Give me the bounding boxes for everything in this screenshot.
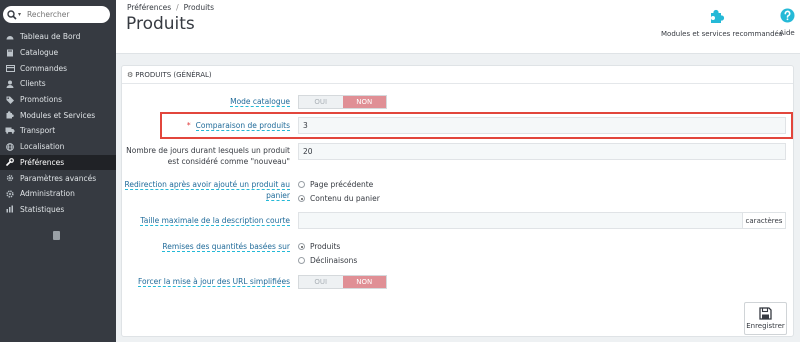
recommended-modules-button[interactable]: Modules et services recommandés — [661, 8, 783, 38]
catalog-mode-oui[interactable]: OUI — [299, 96, 343, 108]
save-button-label: Enregistrer — [746, 322, 785, 330]
sidebar-item-promotions[interactable]: Promotions — [0, 92, 116, 108]
user-icon — [3, 80, 17, 88]
page-title: Produits — [126, 14, 195, 34]
cogs-icon: ⚙ — [127, 70, 134, 79]
products-general-panel: ⚙ PRODUITS (GÉNÉRAL) Mode catalogue OUI … — [121, 65, 794, 337]
quantity-discounts-label: Remises des quantités basées sur — [162, 242, 290, 252]
gear-icon — [3, 190, 17, 198]
sidebar-nav: Tableau de Bord Catalogue Commandes Clie… — [0, 29, 116, 217]
radio-button[interactable] — [298, 257, 305, 264]
highlight-box — [160, 112, 793, 139]
save-icon — [759, 307, 772, 320]
breadcrumb-separator: / — [176, 3, 179, 12]
cogs-icon — [3, 174, 17, 182]
friendly-url-oui[interactable]: OUI — [299, 276, 343, 288]
new-product-days-label-line2: est considéré comme "nouveau" — [167, 156, 290, 166]
radio-previous-page-label: Page précédente — [310, 180, 374, 189]
caret-down-icon: ▾ — [18, 11, 22, 18]
save-button[interactable]: Enregistrer — [744, 302, 787, 335]
radio-combinations-label: Déclinaisons — [310, 256, 358, 265]
radio-cart-content[interactable]: Contenu du panier — [298, 194, 380, 203]
friendly-url-switch[interactable]: OUI NON — [298, 275, 387, 289]
sidebar-item-preferences[interactable]: Préférences — [0, 154, 116, 171]
sidebar-item-dashboard[interactable]: Tableau de Bord — [0, 29, 116, 45]
question-circle-icon — [780, 8, 794, 23]
friendly-url-label: Forcer la mise à jour des URL simplifiée… — [137, 277, 290, 287]
recommended-modules-label: Modules et services recommandés — [661, 30, 783, 38]
sidebar-item-modules[interactable]: Modules et Services — [0, 107, 116, 123]
tags-icon — [3, 96, 17, 104]
sidebar-item-administration[interactable]: Administration — [0, 186, 116, 202]
radio-combinations[interactable]: Déclinaisons — [298, 256, 357, 265]
radio-button[interactable] — [298, 181, 305, 188]
breadcrumb-item-preferences[interactable]: Préférences — [127, 3, 171, 12]
puzzle-icon — [711, 9, 725, 23]
panel-heading-title: PRODUITS (GÉNÉRAL) — [135, 70, 212, 79]
catalog-mode-label: Mode catalogue — [230, 97, 290, 107]
sidebar-collapse-handle[interactable] — [53, 231, 60, 240]
search-icon — [7, 9, 17, 20]
sidebar-item-catalogue[interactable]: Catalogue — [0, 45, 116, 61]
catalog-mode-switch[interactable]: OUI NON — [298, 95, 387, 109]
sidebar-item-orders[interactable]: Commandes — [0, 60, 116, 76]
short-description-input[interactable] — [298, 212, 743, 229]
breadcrumb: Préférences / Produits — [127, 3, 214, 12]
characters-addon: caractères — [742, 212, 786, 229]
catalog-mode-non[interactable]: NON — [342, 96, 386, 108]
friendly-url-non[interactable]: NON — [342, 276, 386, 288]
sidebar-item-advanced-parameters[interactable]: Paramètres avancés — [0, 170, 116, 186]
new-product-days-input[interactable]: 20 — [298, 143, 786, 160]
cart-redirect-label-line1: Redirection après avoir ajouté un produi… — [124, 180, 290, 190]
help-button[interactable]: Aide — [778, 8, 796, 37]
radio-products[interactable]: Produits — [298, 242, 340, 251]
new-product-days-label-line1: Nombre de jours durant lesquels un produ… — [126, 146, 290, 155]
radio-products-label: Produits — [310, 242, 341, 251]
radio-cart-content-label: Contenu du panier — [310, 194, 380, 203]
credit-card-icon — [3, 64, 17, 72]
search-input[interactable] — [27, 10, 102, 19]
radio-button-checked[interactable] — [298, 195, 305, 202]
search-box: ▾ — [3, 6, 110, 23]
breadcrumb-item-products: Produits — [183, 3, 215, 12]
sidebar-item-customers[interactable]: Clients — [0, 76, 116, 92]
dashboard-icon — [3, 33, 17, 40]
puzzle-icon — [3, 111, 17, 119]
radio-button-checked[interactable] — [298, 243, 305, 250]
page-header: Préférences / Produits Produits Modules et… — [116, 0, 800, 54]
sidebar-item-statistics[interactable]: Statistiques — [0, 202, 116, 218]
radio-previous-page[interactable]: Page précédente — [298, 180, 373, 189]
short-description-label: Taille maximale de la description courte — [140, 216, 290, 226]
globe-icon — [3, 142, 17, 151]
cart-redirect-label-line2: panier — [266, 190, 290, 201]
truck-icon — [3, 127, 17, 135]
book-icon — [3, 49, 17, 57]
help-label: Aide — [779, 29, 795, 37]
sidebar-item-shipping[interactable]: Transport — [0, 123, 116, 139]
sidebar: ▾ Tableau de Bord Catalogue Commandes Cl… — [0, 0, 116, 342]
bar-chart-icon — [3, 205, 17, 213]
wrench-icon — [3, 158, 17, 167]
panel-heading: ⚙ PRODUITS (GÉNÉRAL) — [122, 66, 793, 84]
sidebar-item-localization[interactable]: Localisation — [0, 139, 116, 155]
